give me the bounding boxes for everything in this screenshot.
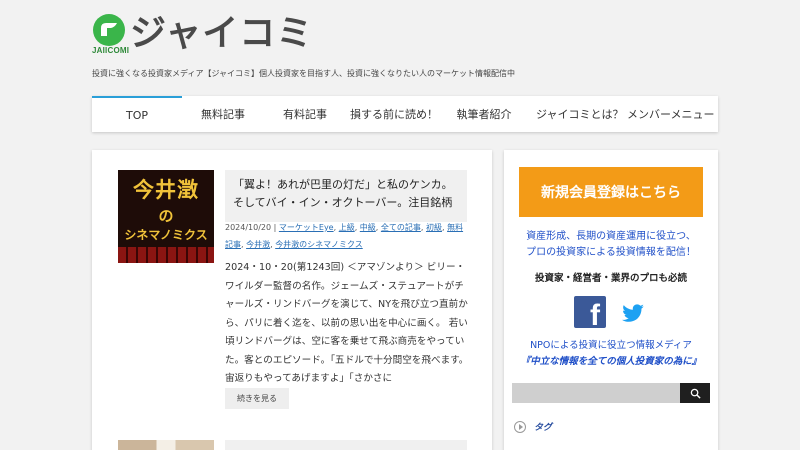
next-article-title[interactable] bbox=[225, 440, 467, 450]
category-link[interactable]: 全ての記事 bbox=[381, 223, 421, 232]
play-circle-icon bbox=[514, 420, 526, 433]
search-input[interactable] bbox=[512, 383, 680, 403]
promo-text-readers: 投資家・経営者・業界のプロも必読 bbox=[534, 273, 687, 284]
site-tagline: 投資に強くなる投資家メディア【ジャイコミ】個人投資家を目指す人、投資に強くなりた… bbox=[92, 69, 516, 78]
site-logo[interactable]: JAIICOMI ジャイコミ bbox=[92, 12, 313, 58]
thumbnail-title-line1: 今井澂 bbox=[133, 178, 199, 202]
category-link[interactable]: 中級 bbox=[360, 223, 376, 232]
nav-item-free-articles[interactable]: 無料記事 bbox=[182, 96, 264, 132]
nav-item-writers[interactable]: 執筆者紹介 bbox=[442, 96, 526, 132]
promo-text-asset: 資産形成、長期の資産運用に役立つ、 プロの投資家による投資情報を配信！ bbox=[504, 229, 718, 261]
search-button[interactable] bbox=[680, 383, 710, 403]
theater-seats-graphic bbox=[118, 247, 214, 263]
promo-line-emphasis: 『中立な情報を全ての個人投資家の為に』 bbox=[520, 356, 702, 367]
category-link[interactable]: 上級 bbox=[339, 223, 355, 232]
logo-subtext: JAIICOMI bbox=[92, 46, 130, 55]
article-meta: 2024/10/20 | マーケットEye, 上級, 中級, 全ての記事, 初級… bbox=[225, 223, 464, 249]
promo-line: 資産形成、長期の資産運用に役立つ、 bbox=[526, 231, 696, 242]
tag-widget-label: タグ bbox=[534, 423, 553, 433]
nav-item-top[interactable]: TOP bbox=[92, 96, 182, 132]
category-link[interactable]: 今井澂 bbox=[246, 240, 270, 249]
signup-banner-button[interactable]: 新規会員登録はこちら bbox=[519, 167, 703, 217]
category-link[interactable]: 今井澂のシネマノミクス bbox=[275, 240, 363, 249]
main-nav: TOP 無料記事 有料記事 損する前に読め！ 執筆者紹介 ジャイコミとは？ メン… bbox=[92, 96, 718, 132]
category-link[interactable]: マーケットEye bbox=[279, 223, 334, 232]
nav-item-about-member-menu[interactable]: ジャイコミとは？ メンバーメニュー bbox=[526, 96, 718, 132]
thumbnail-title-line2: の bbox=[158, 207, 174, 225]
article-excerpt: 2024・10・20(第1243回) ＜アマゾンより＞ ビリー・ワイルダー監督の… bbox=[225, 262, 469, 384]
logo-icon bbox=[93, 14, 125, 46]
twitter-icon[interactable] bbox=[620, 300, 646, 326]
meta-separator: | bbox=[271, 223, 279, 232]
category-link[interactable]: 初級 bbox=[426, 223, 442, 232]
promo-line: プロの投資家による投資情報を配信！ bbox=[526, 247, 696, 258]
promo-text-npo: NPOによる投資に役立つ情報メディア 『中立な情報を全ての個人投資家の為に』 bbox=[504, 338, 718, 370]
nav-item-read-before-loss[interactable]: 損する前に読め！ bbox=[346, 96, 442, 132]
search-icon bbox=[690, 388, 701, 399]
nav-item-paid-articles[interactable]: 有料記事 bbox=[264, 96, 346, 132]
logo-text: ジャイコミ bbox=[130, 13, 314, 54]
article-title[interactable]: 「翼よ！あれが巴里の灯だ」と私のケンカ。そしてバイ・イン・オクトーバー。注目銘柄 bbox=[225, 170, 467, 222]
facebook-icon[interactable]: f bbox=[574, 296, 606, 328]
read-more-button[interactable]: 続きを見る bbox=[225, 388, 289, 409]
article-date: 2024/10/20 bbox=[225, 223, 272, 232]
article-thumbnail[interactable]: 今井澂 の シネマノミクス bbox=[118, 170, 214, 263]
sidebar: 新規会員登録はこちら 資産形成、長期の資産運用に役立つ、 プロの投資家による投資… bbox=[504, 150, 718, 450]
next-article-thumbnail[interactable] bbox=[118, 440, 214, 450]
thumbnail-title-line3: シネマノミクス bbox=[124, 228, 208, 242]
tag-widget-header[interactable]: タグ bbox=[514, 420, 552, 433]
promo-line: NPOによる投資に役立つ情報メディア bbox=[530, 340, 692, 351]
article-list: 今井澂 の シネマノミクス 「翼よ！あれが巴里の灯だ」と私のケンカ。そしてバイ・… bbox=[92, 150, 492, 450]
logo-mark: JAIICOMI bbox=[92, 12, 130, 56]
